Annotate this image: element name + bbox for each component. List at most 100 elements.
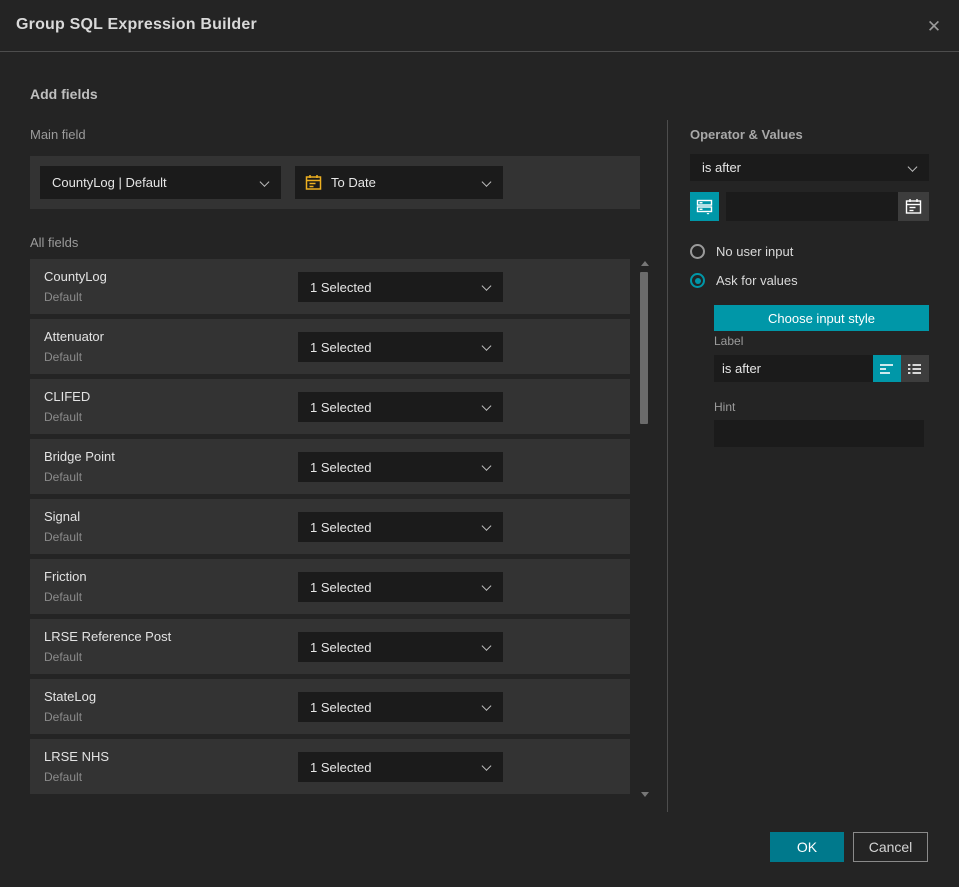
scroll-down-icon[interactable] — [641, 792, 649, 797]
no-user-input-label: No user input — [716, 244, 794, 259]
field-row: Friction Default 1 Selected — [30, 559, 630, 614]
field-row: LRSE NHS Default 1 Selected — [30, 739, 630, 794]
label-label: Label — [714, 334, 744, 348]
field-values-select[interactable]: 1 Selected — [298, 632, 503, 662]
multiple-values-button[interactable] — [690, 192, 719, 221]
radio-unselected-icon — [690, 244, 705, 259]
chevron-down-icon — [481, 641, 492, 651]
main-field-row: CountyLog | Default To Date — [30, 156, 640, 209]
field-source: Default — [44, 470, 83, 484]
field-name: LRSE NHS — [44, 749, 110, 764]
scroll-up-icon[interactable] — [641, 261, 649, 266]
field-source: Default — [44, 350, 83, 364]
close-icon: ✕ — [926, 17, 942, 36]
field-row: Attenuator Default 1 Selected — [30, 319, 630, 374]
chevron-down-icon — [481, 521, 492, 531]
choose-input-style-button[interactable]: Choose input style — [714, 305, 929, 331]
field-row: CLIFED Default 1 Selected — [30, 379, 630, 434]
field-source: Default — [44, 590, 83, 604]
field-row: CountyLog Default 1 Selected — [30, 259, 630, 314]
label-input[interactable] — [714, 355, 873, 382]
field-source: Default — [44, 530, 83, 544]
fields-scrollbar[interactable] — [638, 259, 652, 799]
field-values-select[interactable]: 1 Selected — [298, 332, 503, 362]
dialog-title: Group SQL Expression Builder — [16, 16, 257, 33]
field-values-selected: 1 Selected — [310, 339, 372, 355]
ask-for-values-label: Ask for values — [716, 273, 798, 288]
field-source: Default — [44, 290, 83, 304]
main-field-date-select[interactable]: To Date — [295, 166, 503, 199]
chevron-down-icon — [481, 341, 492, 351]
ask-for-values-radio[interactable]: Ask for values — [690, 273, 798, 288]
main-field-select[interactable]: CountyLog | Default — [40, 166, 281, 199]
date-picker-button[interactable] — [898, 192, 929, 221]
chevron-down-icon — [481, 701, 492, 711]
calendar-icon — [305, 175, 322, 190]
field-values-select[interactable]: 1 Selected — [298, 392, 503, 422]
all-fields-list: CountyLog Default 1 Selected Attenuator … — [30, 259, 630, 799]
no-user-input-radio[interactable]: No user input — [690, 244, 793, 259]
field-values-selected: 1 Selected — [310, 399, 372, 415]
field-name: StateLog — [44, 689, 97, 704]
field-row: StateLog Default 1 Selected — [30, 679, 630, 734]
field-name: Signal — [44, 509, 81, 524]
field-source: Default — [44, 710, 83, 724]
field-row: Bridge Point Default 1 Selected — [30, 439, 630, 494]
operator-values-heading: Operator & Values — [690, 127, 803, 142]
field-name: CountyLog — [44, 269, 107, 284]
field-name: Bridge Point — [44, 449, 115, 464]
field-row: LRSE Reference Post Default 1 Selected — [30, 619, 630, 674]
chevron-down-icon — [907, 161, 918, 172]
field-values-select[interactable]: 1 Selected — [298, 272, 503, 302]
field-name: Attenuator — [44, 329, 104, 344]
field-name: LRSE Reference Post — [44, 629, 172, 644]
dialog-header: Group SQL Expression Builder ✕ — [0, 0, 959, 52]
close-button[interactable]: ✕ — [917, 10, 951, 44]
field-values-selected: 1 Selected — [310, 459, 372, 475]
chevron-down-icon — [481, 281, 492, 291]
hint-label: Hint — [714, 400, 736, 414]
chevron-down-icon — [259, 176, 270, 187]
ok-button[interactable]: OK — [770, 832, 844, 862]
main-field-label: Main field — [30, 127, 86, 142]
operator-select-value: is after — [702, 160, 742, 175]
chevron-down-icon — [481, 461, 492, 471]
main-field-date-select-value: To Date — [331, 175, 376, 190]
field-name: CLIFED — [44, 389, 91, 404]
scrollbar-thumb[interactable] — [640, 272, 648, 424]
field-values-selected: 1 Selected — [310, 759, 372, 775]
operator-select[interactable]: is after — [690, 154, 929, 181]
field-values-selected: 1 Selected — [310, 279, 372, 295]
field-name: Friction — [44, 569, 87, 584]
single-line-style-button[interactable] — [873, 355, 901, 382]
all-fields-label: All fields — [30, 235, 79, 250]
field-values-selected: 1 Selected — [310, 519, 372, 535]
field-values-selected: 1 Selected — [310, 579, 372, 595]
field-row: Signal Default 1 Selected — [30, 499, 630, 554]
field-source: Default — [44, 650, 83, 664]
calendar-icon — [905, 199, 922, 214]
field-values-select[interactable]: 1 Selected — [298, 512, 503, 542]
field-values-select[interactable]: 1 Selected — [298, 692, 503, 722]
group-sql-expression-builder-dialog: Group SQL Expression Builder ✕ Add field… — [0, 0, 959, 887]
field-source: Default — [44, 410, 83, 424]
radio-selected-icon — [690, 273, 705, 288]
panel-divider — [667, 120, 668, 812]
bulleted-list-icon — [908, 363, 921, 374]
chevron-down-icon — [481, 761, 492, 771]
main-field-select-value: CountyLog | Default — [52, 175, 167, 190]
field-values-select[interactable]: 1 Selected — [298, 452, 503, 482]
stacked-values-icon — [696, 199, 713, 215]
field-values-select[interactable]: 1 Selected — [298, 752, 503, 782]
field-values-selected: 1 Selected — [310, 699, 372, 715]
cancel-button[interactable]: Cancel — [853, 832, 928, 862]
list-style-button[interactable] — [901, 355, 929, 382]
field-values-select[interactable]: 1 Selected — [298, 572, 503, 602]
field-values-selected: 1 Selected — [310, 639, 372, 655]
chevron-down-icon — [481, 176, 492, 187]
value-input[interactable] — [726, 192, 898, 221]
hint-input[interactable] — [714, 420, 924, 447]
align-left-icon — [880, 363, 893, 374]
add-fields-heading: Add fields — [30, 86, 98, 102]
chevron-down-icon — [481, 581, 492, 591]
